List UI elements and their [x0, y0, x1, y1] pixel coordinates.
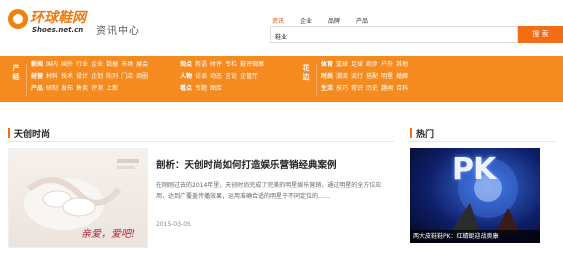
thumbnail-caption: 亲爱，爱吧!: [81, 229, 136, 240]
nav-link[interactable]: 国内: [46, 59, 58, 71]
nav-row: 观点 新语 时评 专栏 鞋评观察: [180, 59, 267, 71]
nav-row: 人物 访谈 动态 言论 企管厅: [180, 71, 261, 83]
site-domain: Shoes.net.cn: [32, 26, 84, 34]
nav-head-chanjing: 产 经: [10, 64, 22, 82]
nav-head-char: 经: [12, 73, 20, 81]
nav-link[interactable]: 图库: [210, 83, 222, 95]
nav-link[interactable]: 足球: [351, 59, 363, 71]
nav-link[interactable]: 市场: [121, 59, 133, 71]
nav-link[interactable]: 设计: [76, 71, 88, 83]
nav-link[interactable]: 专题: [195, 83, 207, 95]
nav-row: 体育 篮球 足球 跑步 户外 其他: [321, 59, 411, 71]
site-logo[interactable]: 环球鞋网: [30, 7, 86, 27]
search-tab-news[interactable]: 资讯: [272, 16, 292, 25]
nav-link[interactable]: 数据: [106, 59, 118, 71]
nav-head-char: 花: [302, 64, 310, 72]
nav-link[interactable]: 历史: [366, 83, 378, 95]
nav-link[interactable]: 潮流: [336, 71, 348, 83]
nav-row: 经营 材料 技术 设计 企划 陈列 门店 商圈: [31, 71, 151, 83]
section-marker: [8, 128, 10, 138]
nav-link[interactable]: 篮球: [336, 59, 348, 71]
nav-link[interactable]: 访谈: [195, 71, 207, 83]
nav-link[interactable]: 行业: [76, 59, 88, 71]
nav-link[interactable]: 评测: [91, 83, 103, 95]
nav-link[interactable]: 明星: [381, 71, 393, 83]
nav-link[interactable]: 其他: [396, 59, 408, 71]
nav-link[interactable]: 趣闻: [381, 83, 393, 95]
nav-link[interactable]: 专栏: [225, 59, 237, 71]
nav-link[interactable]: 企业: [91, 59, 103, 71]
hot-article-caption[interactable]: 两大皮鞋鞋PK：红蜻蜓迎战奥康: [410, 230, 540, 243]
nav-link[interactable]: 婚嫁: [396, 71, 408, 83]
article-title[interactable]: 剖析：天创时尚如何打造娱乐营销经典案例: [156, 157, 337, 171]
nav-category-label[interactable]: 新闻: [31, 59, 43, 71]
hot-image-pk-text: PK: [452, 152, 496, 187]
section-title-tianchuang[interactable]: 天创时尚: [14, 127, 50, 140]
nav-link[interactable]: 跑步: [366, 59, 378, 71]
search-tabs: 资讯 企业 品牌 产品: [272, 16, 384, 25]
nav-link[interactable]: 售卖: [76, 83, 88, 95]
nav-category-label[interactable]: 观点: [180, 59, 192, 71]
nav-category-label[interactable]: 体育: [321, 59, 333, 71]
nav-link[interactable]: 技巧: [336, 83, 348, 95]
search-tab-company[interactable]: 企业: [300, 16, 320, 25]
nav-link[interactable]: 企管厅: [240, 71, 258, 83]
nav-link[interactable]: 商圈: [136, 71, 148, 83]
search-input[interactable]: 鞋业: [270, 26, 518, 43]
nav-head-char: 边: [302, 73, 310, 81]
nav-link[interactable]: 技术: [61, 71, 73, 83]
search-tab-product[interactable]: 产品: [356, 16, 376, 25]
nav-category-label[interactable]: 人物: [180, 71, 192, 83]
nav-row: 看点 专题 图库: [180, 83, 225, 95]
nav-category-label[interactable]: 经营: [31, 71, 43, 83]
nav-link[interactable]: 材料: [46, 71, 58, 83]
nav-link[interactable]: 常识: [351, 83, 363, 95]
page: 环球鞋网 Shoes.net.cn 资讯中心 资讯 企业 品牌 产品 鞋业 搜 …: [0, 0, 563, 253]
nav-link[interactable]: 展会: [136, 59, 148, 71]
nav-link[interactable]: 陈列: [106, 71, 118, 83]
nav-category-label[interactable]: 生活: [321, 83, 333, 95]
section-title-hot[interactable]: 热门: [416, 127, 434, 140]
nav-link[interactable]: 百科: [396, 83, 408, 95]
nav-link[interactable]: 户外: [381, 59, 393, 71]
nav-category-label[interactable]: 产品: [31, 83, 43, 95]
nav-link[interactable]: 发布: [61, 83, 73, 95]
nav-link[interactable]: 鞋评观察: [240, 59, 264, 71]
nav-link[interactable]: 新语: [195, 59, 207, 71]
search-tab-brand[interactable]: 品牌: [328, 16, 348, 25]
nav-link[interactable]: 搭配: [366, 71, 378, 83]
hot-article-image[interactable]: PK: [410, 148, 540, 243]
nav-divider: [26, 64, 27, 96]
nav-row: 生活 技巧 常识 历史 趣闻 百科: [321, 83, 411, 95]
nav-link[interactable]: 门店: [121, 71, 133, 83]
site-tagline: 资讯中心: [96, 26, 140, 37]
nav-category-label[interactable]: 时尚: [321, 71, 333, 83]
section-divider: [410, 141, 555, 142]
nav-link[interactable]: 研制: [46, 83, 58, 95]
section-divider: [8, 141, 394, 142]
search-button[interactable]: 搜 索: [518, 26, 563, 43]
nav-link[interactable]: 言论: [225, 71, 237, 83]
nav-link[interactable]: 动态: [210, 71, 222, 83]
nav-divider: [316, 64, 317, 96]
nav-link[interactable]: 上新: [106, 83, 118, 95]
nav-link[interactable]: 国外: [61, 59, 73, 71]
section-marker: [410, 128, 412, 138]
nav-row: 产品 研制 发布 售卖 评测 上新: [31, 83, 121, 95]
nav-link[interactable]: 时评: [210, 59, 222, 71]
nav-row: 时尚 潮流 流行 搭配 明星 婚嫁: [321, 71, 411, 83]
article-summary: 在刚刚过去的2014年里，天创时尚完成了完美的明星娱乐营销，通过明星的全方位应用…: [156, 182, 382, 200]
article-thumbnail[interactable]: 亲爱，爱吧!: [8, 148, 148, 248]
logo-icon[interactable]: [8, 9, 28, 29]
article-date: 2015-03-05: [156, 221, 191, 228]
nav-category-label[interactable]: 看点: [180, 83, 192, 95]
nav-link[interactable]: 企划: [91, 71, 103, 83]
nav-link[interactable]: 流行: [351, 71, 363, 83]
nav-row: 新闻 国内 国外 行业 企业 数据 市场 展会: [31, 59, 151, 71]
nav-head-char: 产: [12, 64, 20, 72]
nav-head-huabian: 花 边: [300, 64, 312, 82]
category-nav: 产 经 新闻 国内 国外 行业 企业 数据 市场 展会 经营 材料 技术 设计 企划 陈列 门店 商圈 产品 研制…: [0, 56, 563, 102]
